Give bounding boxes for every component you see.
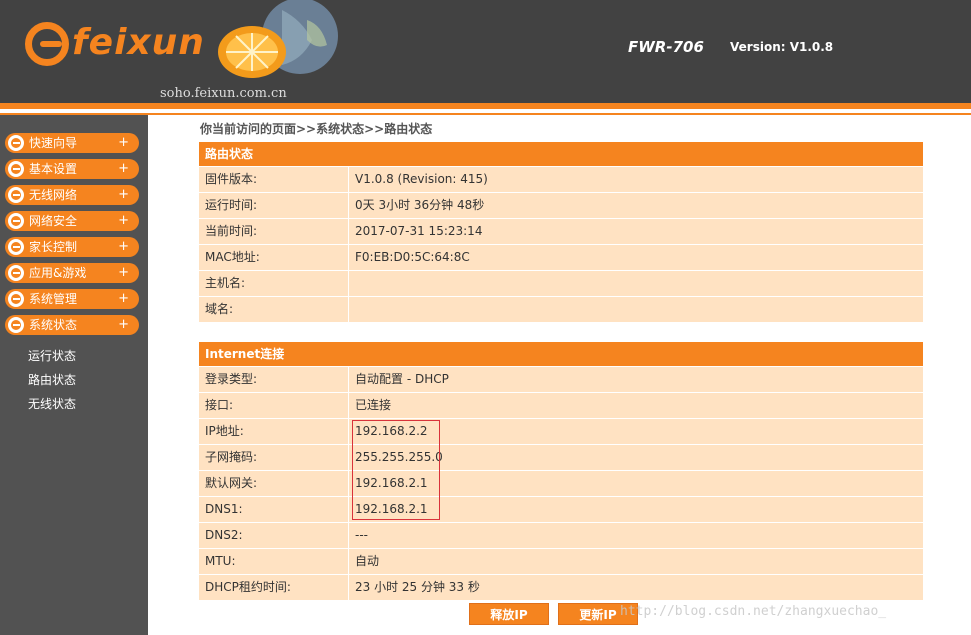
row-value [349,271,923,296]
menu-apps-games[interactable]: 应用&游戏 + [5,263,139,283]
feixun-icon [8,161,24,177]
feixun-logo-icon [25,22,69,66]
internet-connection-panel: Internet连接 登录类型: 自动配置 - DHCP 接口: 已连接 IP地址:… [199,342,923,600]
menu-basic-settings[interactable]: 基本设置 + [5,159,139,179]
orange-globe-graphic [218,0,338,78]
table-row: 接口: 已连接 [199,392,923,418]
row-value [349,297,923,322]
menu-label: 系统状态 [29,318,78,332]
table-row: 默认网关: 192.168.2.1 [199,470,923,496]
panel-title: Internet连接 [199,342,923,366]
expand-icon[interactable]: + [118,133,129,153]
table-row: 固件版本: V1.0.8 (Revision: 415) [199,166,923,192]
expand-icon[interactable]: + [118,263,129,283]
expand-icon[interactable]: + [118,185,129,205]
domain-label: soho.feixun.com.cn [160,86,287,101]
watermark: http://blog.csdn.net/zhangxuechao_ [620,604,887,619]
menu-security[interactable]: 网络安全 + [5,211,139,231]
feixun-icon [8,187,24,203]
release-ip-button[interactable]: 释放IP [469,603,549,625]
highlight-box [352,420,440,520]
submenu-router-status[interactable]: 路由状态 [28,371,76,388]
row-label: 子网掩码: [199,445,349,470]
expand-icon[interactable]: + [118,211,129,231]
model-name: FWR-706 [628,38,704,56]
feixun-icon [8,213,24,229]
menu-parental-control[interactable]: 家长控制 + [5,237,139,257]
row-label: 接口: [199,393,349,418]
page-header: feixun soho.feixun.com.cn FWR-706 Versio… [0,0,971,103]
menu-label: 网络安全 [29,214,78,228]
row-label: MAC地址: [199,245,349,270]
row-label: 主机名: [199,271,349,296]
menu-label: 家长控制 [29,240,78,254]
table-row: DNS1: 192.168.2.1 [199,496,923,522]
row-label: DHCP租约时间: [199,575,349,600]
menu-label: 快速向导 [29,136,78,150]
submenu-run-status[interactable]: 运行状态 [28,347,76,364]
feixun-icon [8,265,24,281]
menu-label: 基本设置 [29,162,78,176]
row-label: DNS1: [199,497,349,522]
row-label: 当前时间: [199,219,349,244]
row-value: 自动 [355,554,380,568]
menu-wireless[interactable]: 无线网络 + [5,185,139,205]
expand-icon[interactable]: + [118,315,129,335]
table-row: MTU: 自动 [199,548,923,574]
row-value: 自动配置 - DHCP [355,372,449,386]
row-label: 登录类型: [199,367,349,392]
table-row: 登录类型: 自动配置 - DHCP [199,366,923,392]
expand-icon[interactable]: + [118,159,129,179]
feixun-icon [8,135,24,151]
menu-label: 系统管理 [29,292,78,306]
feixun-icon [8,317,24,333]
menu-system-admin[interactable]: 系统管理 + [5,289,139,309]
table-row: MAC地址: F0:EB:D0:5C:64:8C [199,244,923,270]
menu-label: 无线网络 [29,188,78,202]
row-value: 23 小时 25 分钟 33 秒 [355,580,480,594]
feixun-icon [8,239,24,255]
panel-title: 路由状态 [199,142,923,166]
sidebar: 快速向导 + 基本设置 + 无线网络 + 网络安全 + 家长控制 + 应用&游戏… [0,115,148,635]
row-label: 域名: [199,297,349,322]
submenu-wireless-status[interactable]: 无线状态 [28,395,76,412]
table-row: 子网掩码: 255.255.255.0 [199,444,923,470]
table-row: 运行时间: 0天 3小时 36分钟 48秒 [199,192,923,218]
row-value: 已连接 [355,398,392,412]
row-label: 固件版本: [199,167,349,192]
table-row: DHCP租约时间: 23 小时 25 分钟 33 秒 [199,574,923,600]
row-value: --- [355,528,368,542]
menu-system-status[interactable]: 系统状态 + [5,315,139,335]
expand-icon[interactable]: + [118,289,129,309]
row-label: DNS2: [199,523,349,548]
row-value: V1.0.8 (Revision: 415) [355,172,488,186]
table-row: DNS2: --- [199,522,923,548]
feixun-icon [8,291,24,307]
logo-text: feixun [72,22,205,63]
row-label: 默认网关: [199,471,349,496]
table-row: IP地址: 192.168.2.2 [199,418,923,444]
row-label: IP地址: [199,419,349,444]
expand-icon[interactable]: + [118,237,129,257]
table-row: 当前时间: 2017-07-31 15:23:14 [199,218,923,244]
row-value: 0天 3小时 36分钟 48秒 [355,198,485,212]
row-label: 运行时间: [199,193,349,218]
menu-label: 应用&游戏 [29,266,87,280]
firmware-version: Version: V1.0.8 [730,40,834,54]
table-row: 域名: [199,296,923,322]
breadcrumb: 你当前访问的页面>>系统状态>>路由状态 [200,122,433,136]
menu-quick-wizard[interactable]: 快速向导 + [5,133,139,153]
row-value: F0:EB:D0:5C:64:8C [355,250,470,264]
row-label: MTU: [199,549,349,574]
row-value: 2017-07-31 15:23:14 [355,224,483,238]
router-status-panel: 路由状态 固件版本: V1.0.8 (Revision: 415) 运行时间: 0天… [199,142,923,322]
table-row: 主机名: [199,270,923,296]
